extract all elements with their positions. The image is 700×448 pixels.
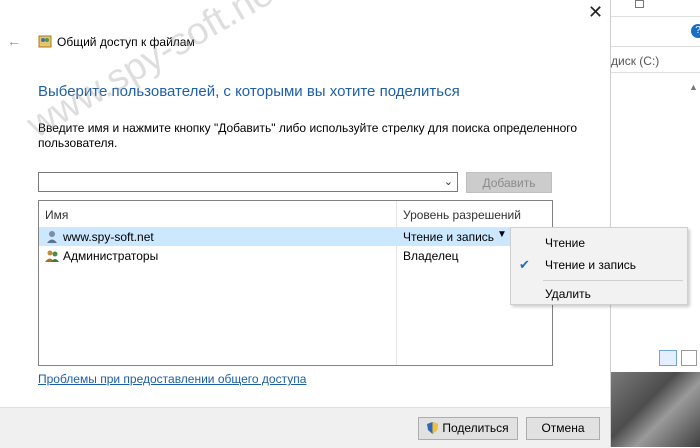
sharing-problems-link[interactable]: Проблемы при предоставлении общего досту…: [38, 372, 306, 386]
cancel-button[interactable]: Отмена: [526, 417, 600, 440]
user-name: www.spy-soft.net: [63, 230, 154, 244]
permission-level: Владелец: [403, 249, 459, 263]
back-arrow-icon[interactable]: ←: [7, 33, 21, 49]
menu-separator: [543, 280, 683, 281]
menu-item-read-write[interactable]: Чтение и запись: [545, 258, 636, 272]
uac-shield-icon: [427, 422, 439, 434]
user-name-combobox[interactable]: ⌄: [38, 172, 458, 192]
checkmark-icon: ✔: [519, 257, 530, 272]
maximize-icon[interactable]: [635, 0, 644, 8]
permission-level[interactable]: Чтение и запись: [403, 230, 494, 244]
column-header-permission[interactable]: Уровень разрешений: [403, 208, 521, 222]
list-header: Имя Уровень разрешений: [39, 201, 552, 228]
instruction-text: Введите имя и нажмите кнопку "Добавить" …: [38, 121, 578, 150]
list-item[interactable]: Администраторы Владелец: [39, 247, 552, 265]
column-header-name[interactable]: Имя: [45, 208, 68, 222]
scroll-up-icon[interactable]: ▲: [689, 82, 698, 92]
menu-item-remove[interactable]: Удалить: [545, 287, 591, 301]
dialog-footer: [0, 407, 610, 448]
background-explorer-window: ? диск (C:) ▲: [610, 0, 700, 447]
list-item[interactable]: www.spy-soft.net Чтение и запись ▼: [39, 228, 552, 246]
desktop-wallpaper-image: [611, 372, 700, 447]
divider: [611, 72, 700, 73]
add-button[interactable]: Добавить: [466, 172, 552, 193]
users-list: Имя Уровень разрешений www.spy-soft.net …: [38, 200, 553, 366]
large-icons-view-icon[interactable]: [681, 350, 697, 366]
share-button[interactable]: Поделиться: [418, 417, 518, 440]
search-field-text[interactable]: диск (C:): [611, 54, 659, 68]
permission-context-menu: Чтение ✔ Чтение и запись Удалить: [510, 227, 688, 305]
share-button-label: Поделиться: [442, 421, 509, 435]
divider: [611, 16, 700, 17]
divider: [611, 46, 700, 47]
sharing-users-icon: [38, 35, 52, 48]
group-icon: [45, 250, 59, 262]
sharing-dialog: ✕ ← Общий доступ к файлам Выберите польз…: [0, 0, 610, 448]
user-icon: [47, 231, 57, 243]
page-heading: Выберите пользователей, с которыми вы хо…: [38, 83, 460, 100]
group-name: Администраторы: [63, 249, 159, 263]
help-icon[interactable]: ?: [691, 24, 700, 38]
menu-item-read[interactable]: Чтение: [545, 236, 585, 250]
dropdown-triangle-icon[interactable]: ▼: [497, 229, 507, 240]
details-view-icon[interactable]: [659, 350, 677, 366]
window-title: Общий доступ к файлам: [57, 35, 195, 49]
close-icon[interactable]: ✕: [588, 2, 603, 23]
column-divider: [396, 201, 397, 365]
chevron-down-icon[interactable]: ⌄: [444, 175, 453, 188]
